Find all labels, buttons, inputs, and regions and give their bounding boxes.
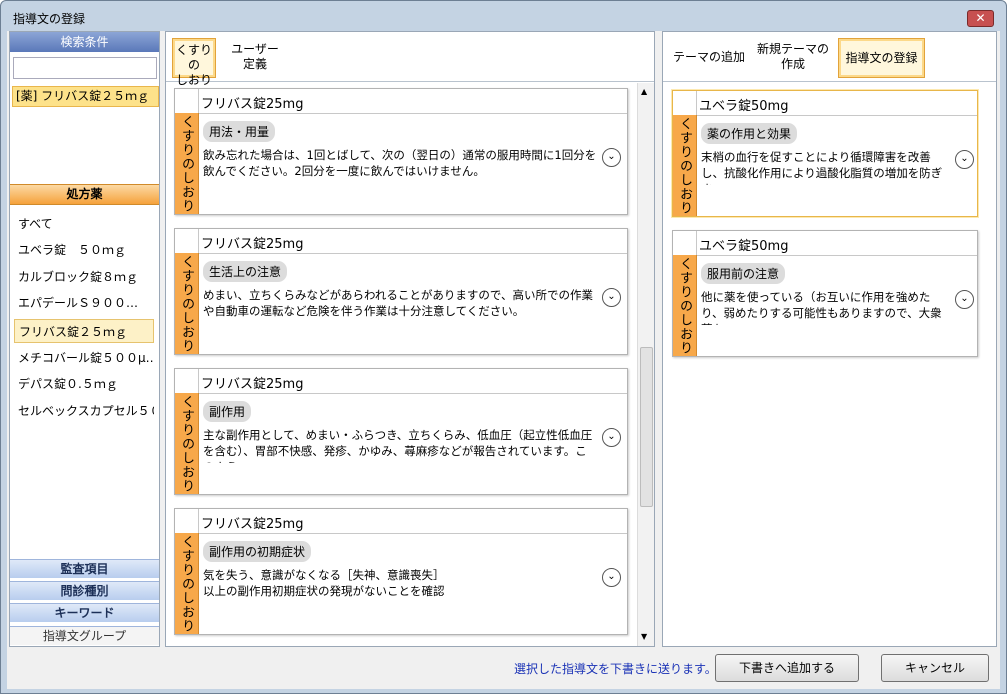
register-guidance-button[interactable]: 指導文の登録	[838, 38, 925, 78]
registration-panel: テーマの追加 新規テーマの 作成 指導文の登録 ユベラ錠50mg くすりのしおり…	[662, 31, 997, 647]
prescription-header: 処方薬	[10, 184, 159, 205]
add-theme-button[interactable]: テーマの追加	[669, 38, 749, 78]
kusuri-shiori-tab: くすりのしおり	[175, 393, 199, 494]
card-divider	[175, 253, 627, 254]
search-conditions-header: 検索条件	[10, 32, 159, 52]
window-title: 指導文の登録	[13, 12, 86, 26]
card-corner	[175, 229, 199, 253]
registered-card-selected[interactable]: ユベラ錠50mg くすりのしおり 薬の作用と効果 末梢の血行を促すことにより循環…	[672, 90, 978, 217]
close-button[interactable]: ✕	[967, 10, 994, 27]
card-drug-name: ユベラ錠50mg	[699, 239, 789, 254]
card-theme-badge: 薬の作用と効果	[701, 123, 798, 144]
registered-card[interactable]: ユベラ錠50mg くすりのしおり 服用前の注意 他に薬を使っている（お互いに作用…	[672, 230, 978, 357]
selected-medicine-item[interactable]: [薬] フリバス錠２５ｍｇ	[12, 86, 159, 107]
prescription-item-selected[interactable]: フリバス錠２５ｍｇ	[14, 319, 154, 343]
guidance-card[interactable]: フリバス錠25mg くすりのしおり 生活上の注意 めまい、立ちくらみなどがあらわ…	[174, 228, 628, 355]
kusuri-shiori-button[interactable]: くすりの しおり	[172, 38, 216, 87]
card-theme-badge: 用法・用量	[203, 121, 276, 142]
card-text: 飲み忘れた場合は、1回とばして、次の（翌日の）通常の服用時間に1回分を飲んでくだ…	[203, 148, 597, 178]
source-toolbar: くすりの しおり ユーザー 定義	[166, 32, 654, 87]
cancel-button[interactable]: キャンセル	[881, 654, 989, 682]
status-message: 選択した指導文を下書きに送ります。	[514, 662, 717, 676]
card-theme-badge: 生活上の注意	[203, 261, 288, 282]
card-theme-badge: 副作用の初期症状	[203, 541, 312, 562]
scroll-thumb[interactable]	[640, 347, 653, 507]
title-bar[interactable]: 指導文の登録 ✕	[1, 1, 1006, 31]
kusuri-shiori-tab: くすりのしおり	[175, 253, 199, 354]
tab-interview-type[interactable]: 問診種別	[10, 581, 159, 600]
card-theme-badge: 副作用	[203, 401, 252, 422]
vertical-scrollbar[interactable]: ▲ ▼	[637, 83, 654, 646]
create-new-theme-button[interactable]: 新規テーマの 作成	[755, 38, 831, 78]
card-corner	[175, 89, 199, 113]
dialog-window: 指導文の登録 ✕ 検索条件 [薬] フリバス錠２５ｍｇ 処方薬 すべて ユベラ錠…	[0, 0, 1007, 694]
client-area: 検索条件 [薬] フリバス錠２５ｍｇ 処方薬 すべて ユベラ錠 ５０ｍｇ カルブ…	[7, 31, 1000, 689]
card-drug-name: フリバス錠25mg	[201, 377, 304, 392]
search-panel: 検索条件 [薬] フリバス錠２５ｍｇ 処方薬 すべて ユベラ錠 ５０ｍｇ カルブ…	[9, 31, 160, 647]
user-defined-button[interactable]: ユーザー 定義	[228, 38, 282, 78]
prescription-item[interactable]: メチコバール錠５００μ…	[14, 346, 154, 370]
expand-chevron-icon[interactable]: ⌄	[602, 428, 621, 447]
kusuri-shiori-tab: くすりのしおり	[673, 255, 697, 356]
card-corner	[175, 509, 199, 533]
card-text: 他に薬を使っている（お互いに作用を強めたり、弱めたりする可能性もありますので、大…	[701, 290, 942, 325]
prescription-item[interactable]: セルベックスカプセル５０…	[14, 399, 154, 423]
card-divider	[673, 255, 977, 256]
guidance-source-panel: くすりの しおり ユーザー 定義 フリバス錠25mg くすりのしおり 用法・用量…	[165, 31, 655, 647]
guidance-card[interactable]: フリバス錠25mg くすりのしおり 副作用の初期症状 気を失う、意識がなくなる［…	[174, 508, 628, 635]
add-to-draft-button[interactable]: 下書きへ追加する	[715, 654, 859, 682]
guidance-card[interactable]: フリバス錠25mg くすりのしおり 用法・用量 飲み忘れた場合は、1回とばして、…	[174, 88, 628, 215]
kusuri-shiori-tab: くすりのしおり	[175, 113, 199, 214]
card-text: めまい、立ちくらみなどがあらわれることがありますので、高い所での作業や自動車の運…	[203, 288, 593, 318]
expand-chevron-icon[interactable]: ⌄	[955, 290, 974, 309]
expand-chevron-icon[interactable]: ⌄	[955, 150, 974, 169]
card-theme-badge: 服用前の注意	[701, 263, 786, 284]
search-input[interactable]	[13, 57, 157, 79]
guidance-card-list: フリバス錠25mg くすりのしおり 用法・用量 飲み忘れた場合は、1回とばして、…	[166, 83, 636, 646]
card-text: 主な副作用として、めまい・ふらつき、立ちくらみ、低血圧（起立性低血圧を含む）、胃…	[203, 428, 593, 463]
prescription-item[interactable]: カルブロック錠８ｍｇ	[14, 265, 154, 289]
card-corner	[175, 369, 199, 393]
prescription-item[interactable]: すべて	[14, 212, 154, 236]
prescription-item[interactable]: デパス錠０.５ｍｇ	[14, 372, 154, 396]
card-text: 気を失う、意識がなくなる［失神、意識喪失］ 以上の副作用初期症状の発現がないこと…	[203, 568, 445, 598]
card-divider	[175, 533, 627, 534]
card-corner	[673, 231, 697, 255]
tab-keyword[interactable]: キーワード	[10, 603, 159, 622]
guidance-card[interactable]: フリバス錠25mg くすりのしおり 副作用 主な副作用として、めまい・ふらつき、…	[174, 368, 628, 495]
tab-audit-items[interactable]: 監査項目	[10, 559, 159, 578]
card-drug-name: ユベラ錠50mg	[699, 99, 789, 114]
scroll-down-icon[interactable]: ▼	[641, 632, 647, 641]
card-drug-name: フリバス錠25mg	[201, 517, 304, 532]
registration-toolbar: テーマの追加 新規テーマの 作成 指導文の登録	[663, 32, 996, 82]
card-divider	[175, 393, 627, 394]
card-corner	[673, 91, 697, 115]
kusuri-shiori-tab: くすりのしおり	[673, 115, 697, 216]
scroll-up-icon[interactable]: ▲	[641, 87, 647, 96]
card-divider	[673, 115, 977, 116]
card-drug-name: フリバス錠25mg	[201, 237, 304, 252]
tab-guidance-group[interactable]: 指導文グループ	[10, 626, 159, 645]
expand-chevron-icon[interactable]: ⌄	[602, 148, 621, 167]
prescription-item[interactable]: ユベラ錠 ５０ｍｇ	[14, 238, 154, 262]
expand-chevron-icon[interactable]: ⌄	[602, 568, 621, 587]
card-divider	[175, 113, 627, 114]
card-text: 末梢の血行を促すことにより循環障害を改善し、抗酸化作用により過酸化脂質の増加を防…	[701, 150, 943, 185]
card-drug-name: フリバス錠25mg	[201, 97, 304, 112]
kusuri-shiori-tab: くすりのしおり	[175, 533, 199, 634]
expand-chevron-icon[interactable]: ⌄	[602, 288, 621, 307]
prescription-item[interactable]: エパデールＳ９００…	[14, 291, 154, 315]
